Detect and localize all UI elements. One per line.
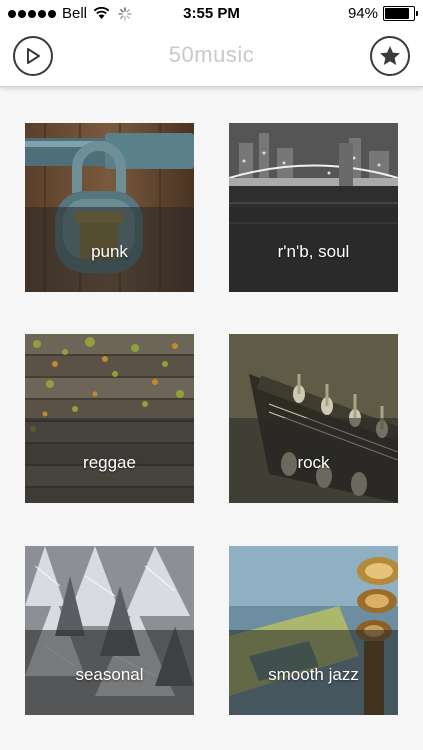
nav-bar: 50music [0, 28, 423, 87]
favorites-button[interactable] [370, 36, 410, 76]
genre-tile-reggae[interactable]: reggae [25, 334, 194, 503]
status-bar: Bell 3:55 PM 94% [0, 0, 423, 28]
battery-fill [385, 8, 409, 19]
genre-label: reggae [83, 453, 136, 472]
genre-label: r'n'b, soul [277, 242, 350, 261]
genre-tile-smooth-jazz[interactable]: smooth jazz [229, 546, 398, 715]
genre-tile-punk[interactable]: punk [25, 123, 194, 292]
genre-tile-seasonal[interactable]: seasonal [25, 546, 194, 715]
status-right: 94% [347, 5, 418, 22]
genre-label: smooth jazz [268, 665, 359, 684]
genre-tile-rock[interactable]: rock [229, 334, 398, 503]
star-icon [380, 46, 400, 65]
genre-label: seasonal [75, 665, 144, 684]
genre-grid: punk r'n'b, soul reggae rock seasonal sm… [0, 86, 423, 750]
battery-icon [383, 6, 418, 21]
genre-label: punk [91, 242, 128, 261]
genre-tile-rnb-soul[interactable]: r'n'b, soul [229, 123, 398, 292]
battery-percent: 94% [347, 5, 378, 22]
genre-label: rock [297, 453, 330, 472]
app-title: 50music [168, 42, 255, 67]
